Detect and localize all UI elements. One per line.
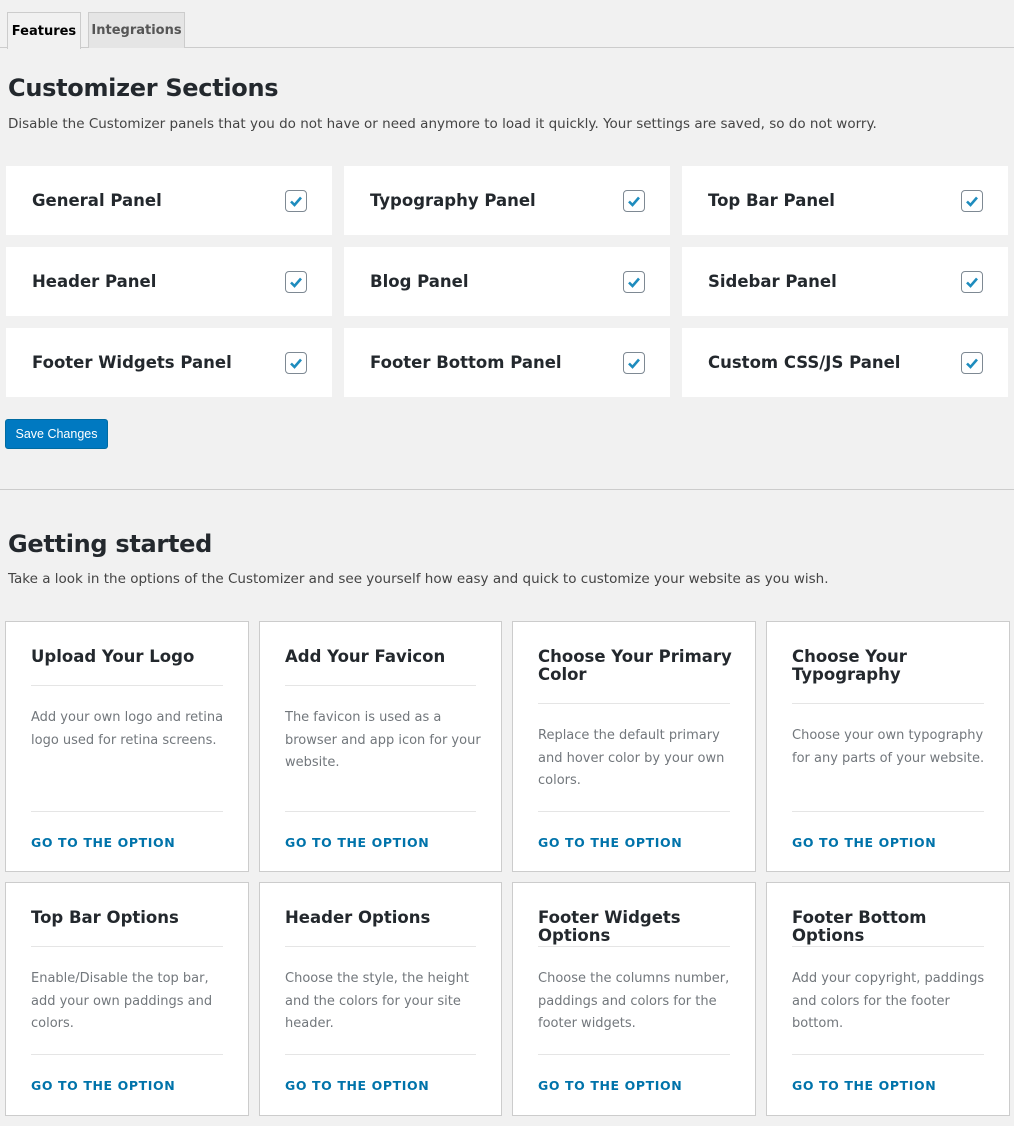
go-to-option-link[interactable]: GO TO THE OPTION [285,835,429,850]
card-divider [31,685,223,686]
option-card-logo: Upload Your Logo Add your own logo and r… [5,621,249,872]
panel-checkbox[interactable] [961,190,983,212]
panel-label: Sidebar Panel [708,272,837,291]
option-cards-grid: Upload Your Logo Add your own logo and r… [5,621,1010,1116]
panel-toggle-custom-css-js: Custom CSS/JS Panel [682,328,1008,397]
go-to-option-link[interactable]: GO TO THE OPTION [792,835,936,850]
panel-toggle-footer-bottom: Footer Bottom Panel [344,328,670,397]
panel-checkbox[interactable] [623,352,645,374]
card-description: Add your copyright, paddings and colors … [792,971,985,1031]
card-description: Choose the columns number, paddings and … [538,971,730,1031]
card-divider [792,811,984,812]
option-card-typography: Choose Your Typography Choose your own t… [766,621,1010,872]
go-to-option-link[interactable]: GO TO THE OPTION [31,835,175,850]
card-description: Choose your own typography for any parts… [792,728,985,766]
go-to-option-link[interactable]: GO TO THE OPTION [538,835,682,850]
panel-toggle-header: Header Panel [6,247,332,316]
option-card-header: Header Options Choose the style, the hei… [259,882,502,1116]
card-title: Top Bar Options [31,908,179,927]
panel-label: Typography Panel [370,191,536,210]
card-title: Add Your Favicon [285,647,446,666]
panel-checkbox[interactable] [285,352,307,374]
panel-toggle-top-bar: Top Bar Panel [682,166,1008,235]
card-divider [792,1054,984,1055]
option-card-primary-color: Choose Your Primary Color Replace the de… [512,621,756,872]
panel-label: Header Panel [32,272,157,291]
card-divider [31,1054,223,1055]
save-changes-button[interactable]: Save Changes [5,419,108,449]
panel-checkbox[interactable] [623,271,645,293]
card-divider [285,685,476,686]
customizer-sections-title: Customizer Sections [8,74,279,102]
card-divider [31,946,223,947]
checkmark-icon [966,358,978,369]
panel-toggle-blog: Blog Panel [344,247,670,316]
checkmark-icon [290,358,302,369]
checkmark-icon [628,196,640,207]
checkmark-icon [966,196,978,207]
panel-label: Custom CSS/JS Panel [708,353,901,372]
panel-label: Blog Panel [370,272,469,291]
card-title: Choose Your Typography [792,647,907,684]
card-divider [285,811,476,812]
card-divider [538,703,730,704]
section-divider [0,489,1014,490]
panel-checkbox[interactable] [285,271,307,293]
card-title: Upload Your Logo [31,647,195,666]
card-divider [538,1054,730,1055]
panel-toggle-footer-widgets: Footer Widgets Panel [6,328,332,397]
card-title: Footer Bottom Options [792,908,927,945]
card-title: Choose Your Primary Color [538,647,732,684]
getting-started-title: Getting started [8,530,212,558]
checkmark-icon [290,277,302,288]
card-title: Footer Widgets Options [538,908,681,945]
card-divider [792,946,984,947]
checkmark-icon [628,358,640,369]
option-card-footer-widgets: Footer Widgets Options Choose the column… [512,882,756,1116]
card-divider [285,1054,476,1055]
panel-label: General Panel [32,191,162,210]
panel-label: Top Bar Panel [708,191,835,210]
customizer-sections-description: Disable the Customizer panels that you d… [8,116,877,132]
checkmark-icon [966,277,978,288]
panel-label: Footer Widgets Panel [32,353,232,372]
checkmark-icon [290,196,302,207]
panel-toggle-typography: Typography Panel [344,166,670,235]
panel-checkbox[interactable] [623,190,645,212]
go-to-option-link[interactable]: GO TO THE OPTION [285,1078,429,1093]
panel-label: Footer Bottom Panel [370,353,562,372]
checkmark-icon [628,277,640,288]
option-card-footer-bottom: Footer Bottom Options Add your copyright… [766,882,1010,1116]
card-divider [792,703,984,704]
go-to-option-link[interactable]: GO TO THE OPTION [792,1078,936,1093]
panel-checkbox[interactable] [961,352,983,374]
tab-bar: Features Integrations [0,0,1014,49]
panel-checkbox[interactable] [961,271,983,293]
card-divider [285,946,476,947]
card-title: Header Options [285,908,431,927]
card-description: Replace the default primary and hover co… [538,728,725,788]
panel-toggle-grid: General Panel Typography Panel Top Bar P… [6,166,1008,397]
panel-checkbox[interactable] [285,190,307,212]
card-description: Enable/Disable the top bar, add your own… [31,971,213,1031]
panel-toggle-general: General Panel [6,166,332,235]
go-to-option-link[interactable]: GO TO THE OPTION [31,1078,175,1093]
panel-toggle-sidebar: Sidebar Panel [682,247,1008,316]
card-divider [31,811,223,812]
card-divider [538,946,730,947]
tab-features[interactable]: Features [7,12,81,49]
go-to-option-link[interactable]: GO TO THE OPTION [538,1078,682,1093]
card-description: Choose the style, the height and the col… [285,971,469,1031]
option-card-favicon: Add Your Favicon The favicon is used as … [259,621,502,872]
card-description: Add your own logo and retina logo used f… [31,710,224,748]
card-divider [538,811,730,812]
getting-started-description: Take a look in the options of the Custom… [8,571,829,587]
tab-integrations[interactable]: Integrations [88,12,185,48]
option-card-top-bar: Top Bar Options Enable/Disable the top b… [5,882,249,1116]
card-description: The favicon is used as a browser and app… [285,710,481,770]
